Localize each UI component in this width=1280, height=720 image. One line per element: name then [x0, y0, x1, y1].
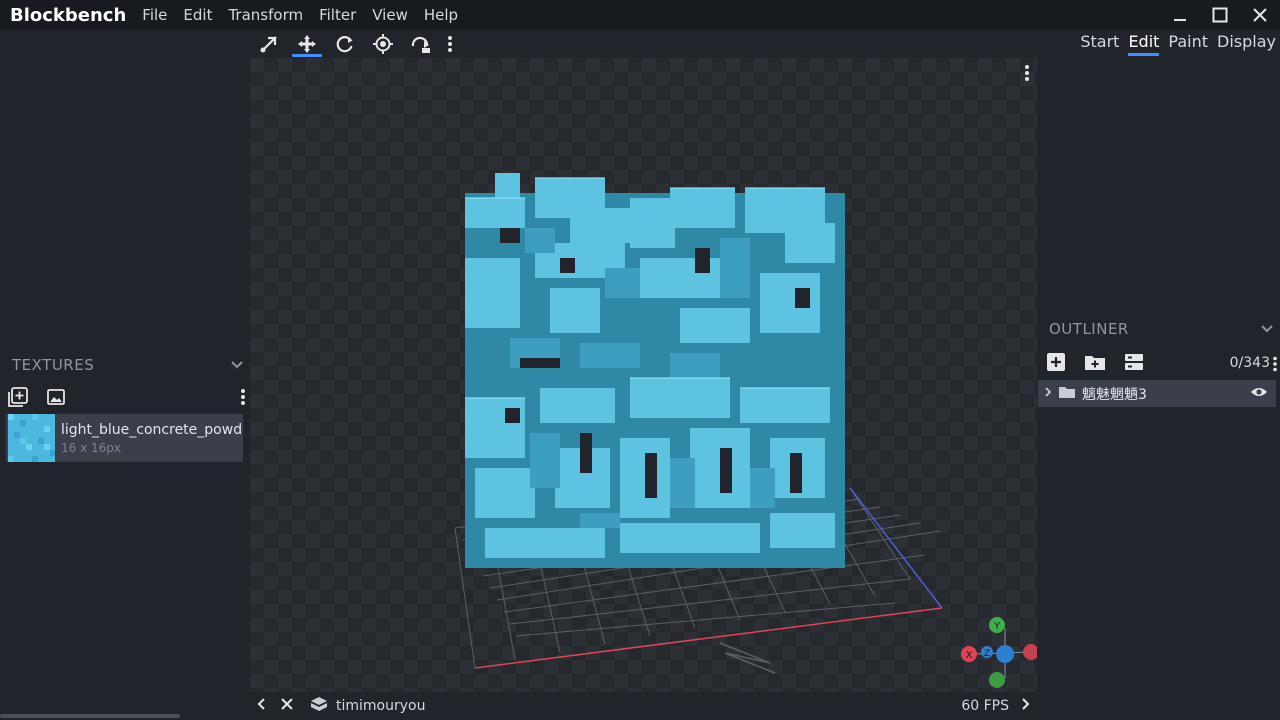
maximize-icon — [1212, 7, 1228, 23]
mode-start[interactable]: Start — [1080, 32, 1119, 55]
more-vertical-icon — [448, 36, 452, 52]
chevron-right-icon — [1022, 698, 1030, 710]
move-tool[interactable] — [288, 30, 326, 58]
outliner-count: 0/343 — [1229, 355, 1270, 371]
left-sidebar — [0, 58, 248, 710]
bend-tool[interactable] — [402, 30, 440, 58]
vertex-snap-icon — [260, 36, 277, 53]
status-close-button[interactable] — [280, 697, 294, 715]
menu-transform[interactable]: Transform — [228, 6, 303, 24]
eye-icon — [1251, 387, 1267, 396]
rotate-icon — [336, 36, 353, 53]
transform-toolbar — [250, 30, 470, 58]
vertex-snap-tool[interactable] — [250, 30, 288, 58]
gizmo-neg-x-handle[interactable] — [1023, 644, 1037, 660]
bend-icon — [411, 36, 430, 53]
textures-toolbar — [8, 387, 246, 411]
status-bar: timimouryou 60 FPS — [250, 692, 1037, 720]
visibility-toggle[interactable] — [1250, 386, 1268, 402]
menu-view[interactable]: View — [372, 6, 408, 24]
add-group-button[interactable] — [1084, 352, 1106, 376]
mode-edit[interactable]: Edit — [1128, 32, 1159, 56]
expand-group-toggle[interactable] — [1044, 386, 1052, 402]
gizmo-z-label: Z — [984, 649, 990, 659]
group-name: 魑魅魍魉3 — [1082, 386, 1147, 403]
add-box-icon — [1047, 353, 1065, 371]
close-icon — [281, 698, 293, 710]
app-title: Blockbench — [10, 4, 127, 26]
add-cube-button[interactable] — [1046, 352, 1066, 376]
window-controls — [1160, 0, 1280, 30]
texture-list-item[interactable]: light_blue_concrete_powder 16 x 16px — [6, 414, 243, 462]
pivot-tool[interactable] — [364, 30, 402, 58]
list-icon — [1125, 354, 1143, 370]
title-bar: Blockbench File Edit Transform Filter Vi… — [0, 0, 1280, 30]
menu-help[interactable]: Help — [424, 6, 458, 24]
textures-title: TEXTURES — [12, 356, 95, 374]
status-fps: 60 FPS — [961, 698, 1009, 714]
texture-size: 16 x 16px — [61, 440, 121, 455]
panel-scrollbar[interactable] — [0, 714, 180, 718]
pivot-icon — [373, 34, 393, 54]
outliner-title: OUTLINER — [1049, 320, 1129, 338]
viewport-scene: Y X Z — [454, 65, 1037, 688]
north-marker — [719, 642, 776, 674]
move-icon — [298, 35, 316, 53]
chevron-down-icon — [231, 361, 243, 369]
folder-icon — [1058, 385, 1076, 403]
x-axis-line — [474, 607, 943, 669]
status-back-button[interactable] — [256, 697, 266, 715]
chevron-left-icon — [257, 698, 265, 710]
status-forward-button[interactable] — [1021, 697, 1031, 715]
texture-thumbnail — [8, 414, 55, 462]
chevron-down-icon — [1261, 325, 1273, 333]
more-vertical-icon — [241, 389, 245, 405]
menu-filter[interactable]: Filter — [319, 6, 356, 24]
mode-paint[interactable]: Paint — [1168, 32, 1208, 55]
cube-icon — [311, 697, 327, 711]
minimize-button[interactable] — [1160, 0, 1200, 30]
collapse-groups-button[interactable] — [1124, 352, 1144, 376]
texture-name: light_blue_concrete_powder — [61, 421, 243, 438]
voxel-model — [465, 173, 845, 568]
textures-more-button[interactable] — [240, 388, 246, 410]
close-icon — [1253, 8, 1267, 22]
rotate-tool[interactable] — [326, 30, 364, 58]
textures-panel-header[interactable]: TEXTURES — [12, 356, 244, 374]
gizmo-neg-z-handle[interactable] — [996, 645, 1014, 663]
toolbar-more-button[interactable] — [440, 30, 460, 58]
mode-display[interactable]: Display — [1217, 32, 1276, 55]
more-vertical-icon — [1273, 356, 1277, 372]
gizmo-y-label: Y — [993, 621, 1001, 632]
axis-gizmo[interactable]: Y X Z — [961, 617, 1037, 688]
outliner-panel-header[interactable]: OUTLINER — [1049, 320, 1274, 338]
outliner-group-row[interactable]: 魑魅魍魉3 — [1038, 380, 1276, 407]
right-sidebar: OUTLINER 0/343 魑魅魍魉3 — [1038, 58, 1280, 720]
viewport-more-button[interactable] — [1025, 65, 1029, 81]
add-folder-icon — [1085, 356, 1105, 370]
minimize-icon — [1174, 19, 1186, 21]
3d-viewport[interactable]: Y X Z — [250, 58, 1037, 692]
outliner-more-button[interactable] — [1272, 356, 1278, 376]
image-icon — [47, 389, 65, 405]
gizmo-neg-y-handle[interactable] — [989, 672, 1005, 688]
close-window-button[interactable] — [1240, 0, 1280, 30]
gizmo-x-label: X — [966, 650, 973, 661]
menu-file[interactable]: File — [142, 6, 167, 24]
z-axis-line — [849, 487, 943, 609]
add-texture-icon — [8, 387, 28, 407]
mode-selector: Start Edit Paint Display — [1080, 32, 1276, 56]
maximize-button[interactable] — [1200, 0, 1240, 30]
add-texture-button[interactable] — [8, 387, 28, 411]
chevron-right-icon — [1045, 386, 1052, 397]
menu-edit[interactable]: Edit — [183, 6, 212, 24]
model-format-icon — [310, 696, 328, 716]
status-username: timimouryou — [336, 698, 426, 714]
import-texture-button[interactable] — [46, 387, 66, 411]
